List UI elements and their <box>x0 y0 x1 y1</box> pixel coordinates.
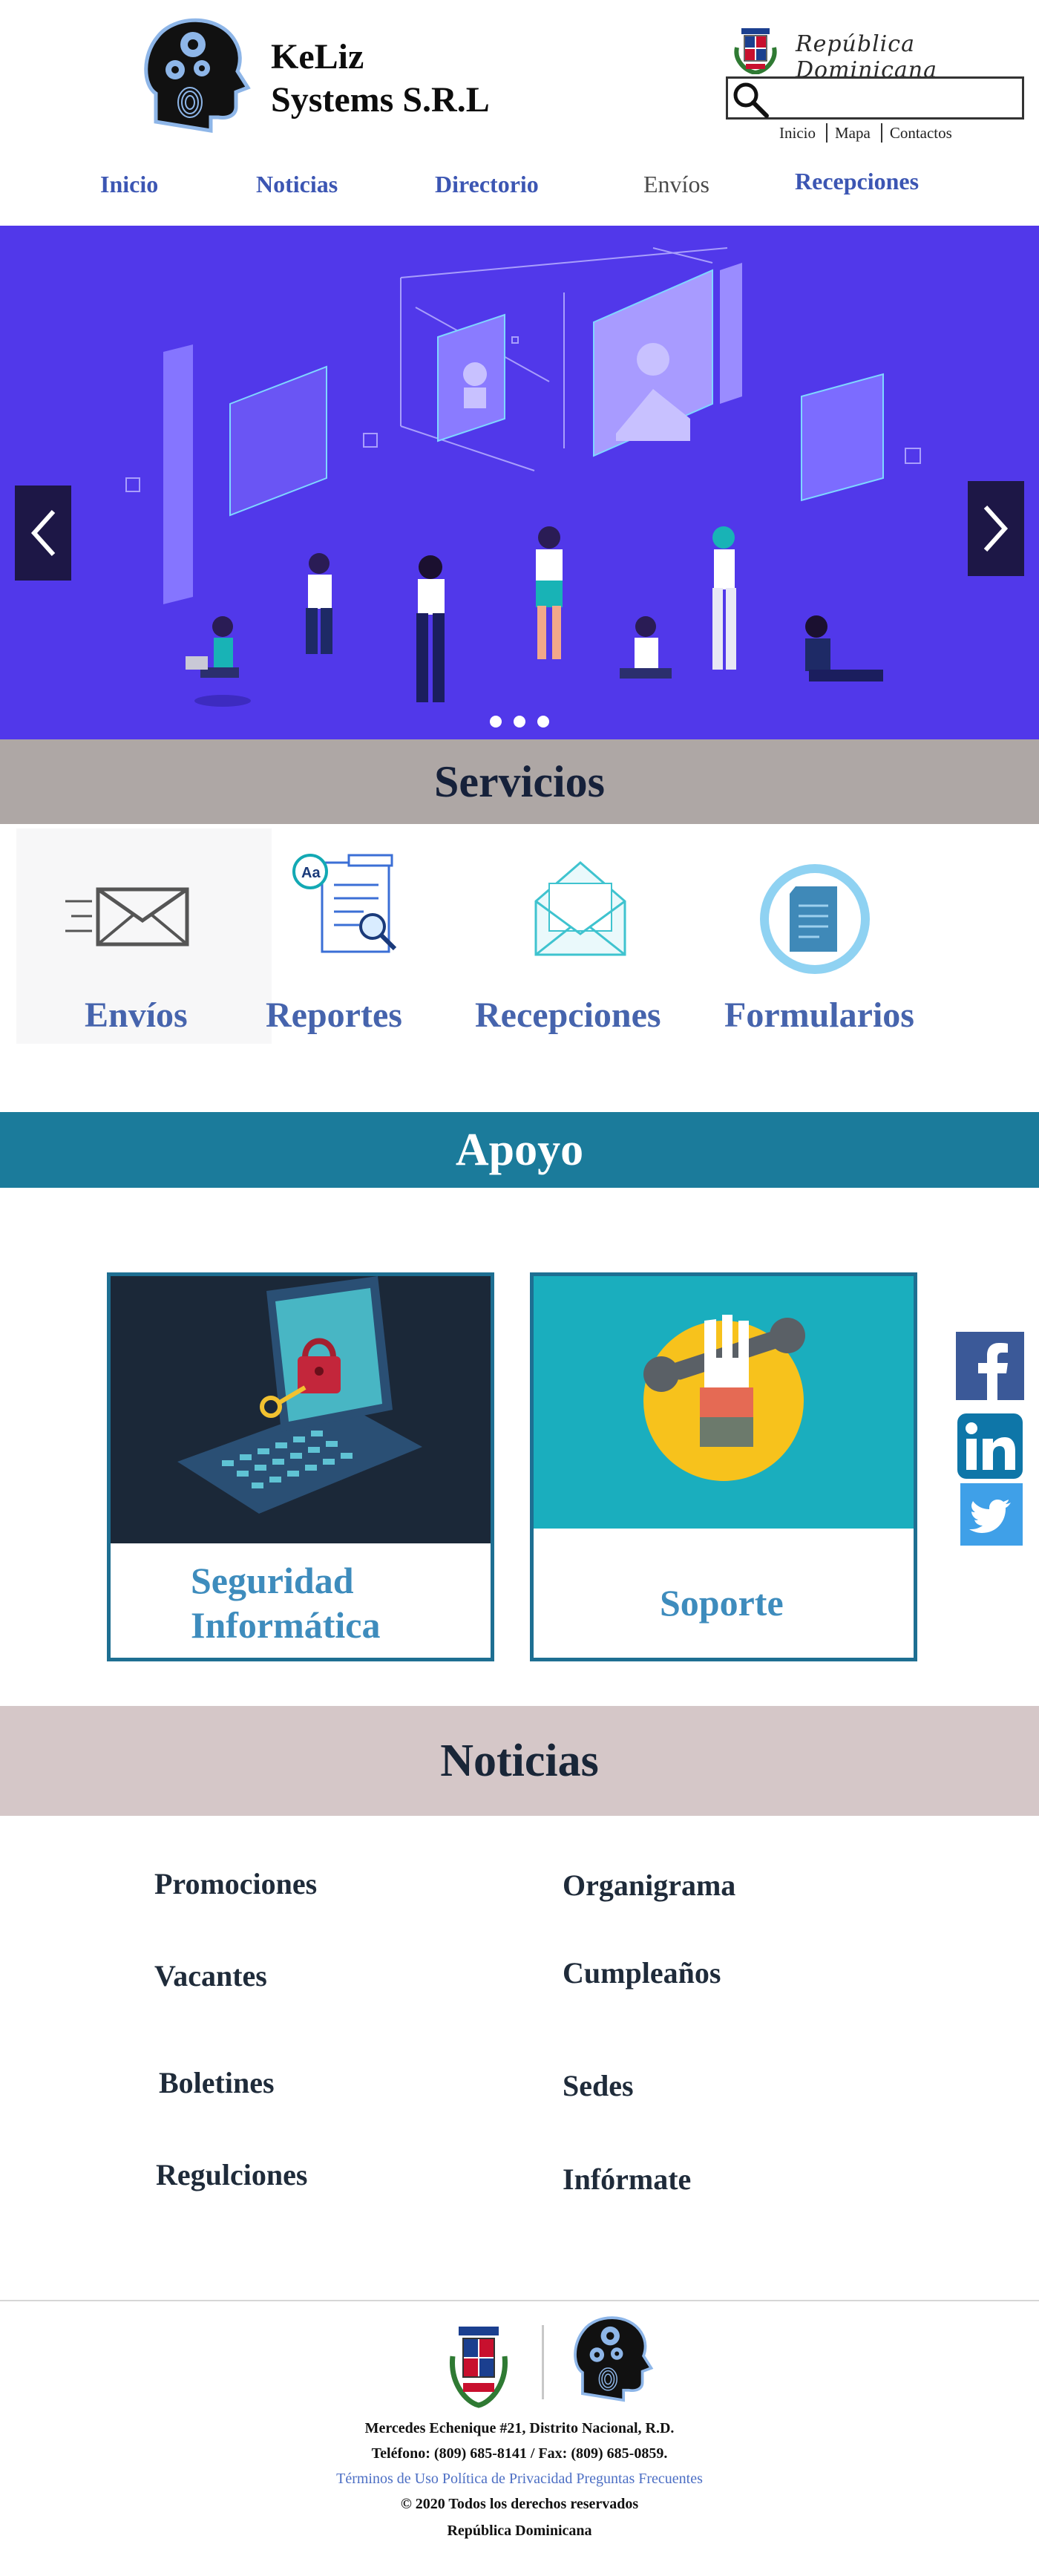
carousel-next-button[interactable] <box>968 481 1024 576</box>
facebook-icon[interactable] <box>956 1332 1024 1400</box>
servicio-reportes[interactable]: Reportes <box>266 995 402 1036</box>
carousel-dot-1[interactable] <box>490 716 502 728</box>
country-name-script: República Dominicana <box>796 31 937 83</box>
apoyo-title: Apoyo <box>455 1125 584 1175</box>
news-link-regulciones[interactable]: Regulciones <box>156 2157 307 2192</box>
top-link-mapa[interactable]: Mapa <box>825 123 881 143</box>
news-link-cumpleanos[interactable]: Cumpleaños <box>563 1955 721 1990</box>
noticias-title: Noticias <box>440 1736 599 1786</box>
noticias-header: Noticias <box>0 1706 1039 1816</box>
brand-name: KeLiz Systems S.R.L <box>271 36 490 122</box>
carousel-dot-2[interactable] <box>514 716 525 728</box>
servicios-header: Servicios <box>0 739 1039 824</box>
company-logo-footer <box>574 2316 654 2402</box>
seguridad-informatica-card[interactable]: Seguridad Informática <box>107 1272 494 1661</box>
footer-logo-divider <box>542 2325 544 2399</box>
footer-country: República Dominicana <box>447 2523 592 2539</box>
nav-directorio[interactable]: Directorio <box>435 171 539 198</box>
brand-line-1: KeLiz <box>271 37 364 76</box>
news-link-promociones[interactable]: Promociones <box>154 1866 317 1901</box>
brand-line-2: Systems S.R.L <box>271 80 490 120</box>
form-document-icon[interactable] <box>756 860 874 978</box>
carousel-indicators <box>490 716 549 728</box>
footer-links[interactable]: Términos de Uso Política de Privacidad P… <box>0 2471 1039 2488</box>
top-utility-links: Inicio Mapa Contactos <box>772 123 963 143</box>
carousel-dot-3[interactable] <box>537 716 549 728</box>
top-link-contactos[interactable]: Contactos <box>880 123 963 143</box>
chevron-left-icon <box>30 509 56 557</box>
open-envelope-icon[interactable] <box>530 858 631 959</box>
soporte-card[interactable]: Soporte <box>530 1272 917 1661</box>
linkedin-icon[interactable] <box>956 1412 1024 1480</box>
nav-envios[interactable]: Envíos <box>643 171 709 198</box>
main-nav: Inicio Noticias Directorio Envíos Recepc… <box>0 168 1039 208</box>
footer: Mercedes Echenique #21, Distrito Naciona… <box>0 2300 1039 2576</box>
news-link-organigrama[interactable]: Organigrama <box>563 1868 735 1903</box>
envelope-send-icon[interactable] <box>65 883 191 950</box>
news-link-boletines[interactable]: Boletines <box>159 2065 275 2100</box>
news-link-sedes[interactable]: Sedes <box>563 2068 634 2103</box>
apoyo-header: Apoyo <box>0 1112 1039 1188</box>
search-icon[interactable] <box>731 80 770 119</box>
footer-address: Mercedes Echenique #21, Distrito Naciona… <box>364 2420 675 2436</box>
footer-phone: Teléfono: (809) 685-8141 / Fax: (809) 68… <box>371 2445 668 2462</box>
nav-recepciones[interactable]: Recepciones <box>795 168 919 195</box>
nav-inicio[interactable]: Inicio <box>100 171 158 198</box>
servicio-formularios[interactable]: Formularios <box>724 995 914 1036</box>
hero-carousel <box>0 226 1039 739</box>
servicio-recepciones[interactable]: Recepciones <box>475 995 661 1036</box>
svg-text:Aa: Aa <box>301 865 321 881</box>
search-field[interactable] <box>726 76 1024 120</box>
carousel-prev-button[interactable] <box>15 486 71 581</box>
coat-of-arms-icon <box>450 2327 508 2408</box>
wrench-hand-icon <box>534 1276 914 1529</box>
news-link-informate[interactable]: Infórmate <box>563 2162 691 2197</box>
twitter-icon[interactable] <box>960 1483 1023 1546</box>
news-link-vacantes[interactable]: Vacantes <box>154 1958 267 1993</box>
servicio-envios[interactable]: Envíos <box>85 995 188 1036</box>
company-logo[interactable] <box>141 10 252 135</box>
footer-copyright: © 2020 Todos los derechos reservados <box>400 2496 639 2512</box>
seguridad-label: Seguridad Informática <box>191 1558 381 1647</box>
seguridad-label-line-2: Informática <box>191 1604 381 1646</box>
seguridad-label-line-1: Seguridad <box>191 1560 354 1601</box>
nav-noticias[interactable]: Noticias <box>256 171 338 198</box>
top-link-inicio[interactable]: Inicio <box>772 123 826 143</box>
coat-of-arms-icon <box>731 25 780 76</box>
laptop-lock-icon <box>111 1276 491 1543</box>
hero-illustration <box>125 247 921 707</box>
soporte-label: Soporte <box>660 1582 784 1624</box>
servicios-title: Servicios <box>434 757 605 806</box>
document-search-icon[interactable]: Aa <box>292 852 404 958</box>
chevron-right-icon <box>983 505 1009 552</box>
